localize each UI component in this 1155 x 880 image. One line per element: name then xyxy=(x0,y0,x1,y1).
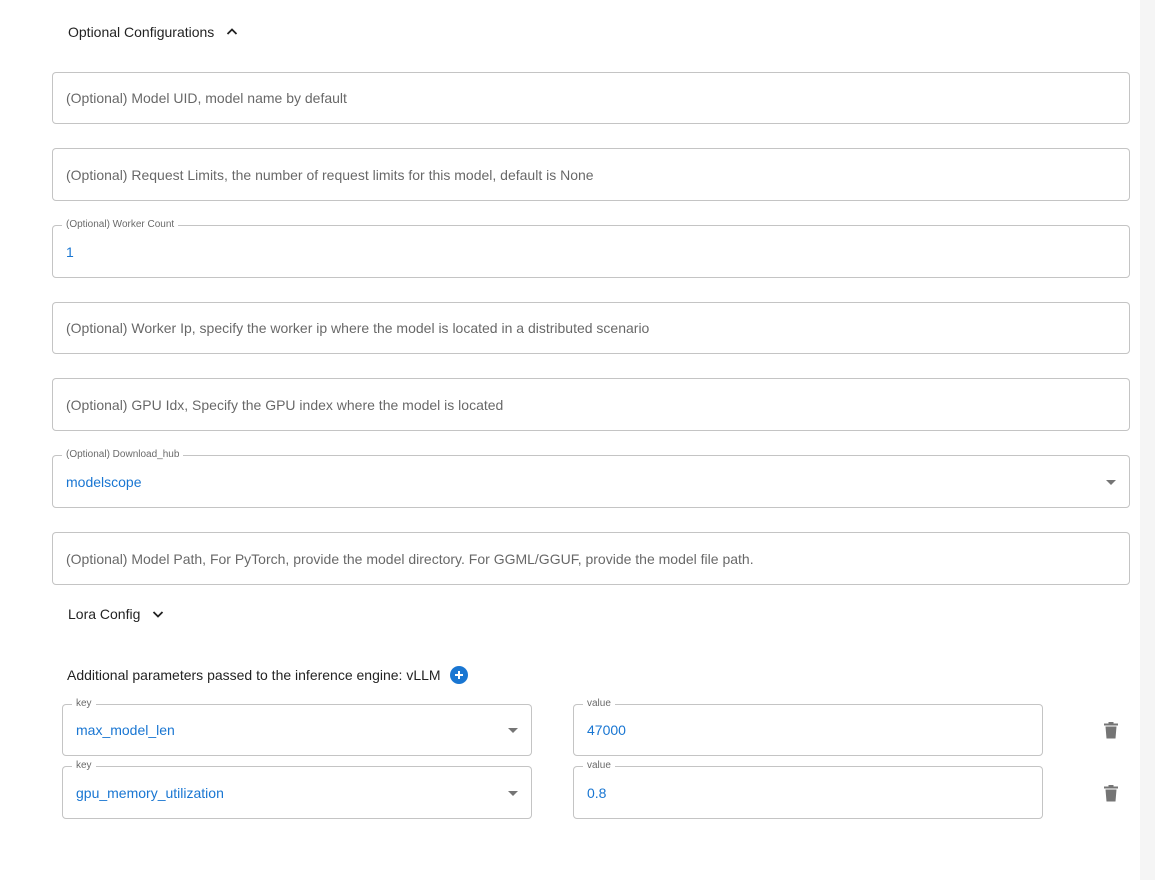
param-value-text: 0.8 xyxy=(587,784,607,801)
gpu-idx-input[interactable]: (Optional) GPU Idx, Specify the GPU inde… xyxy=(52,378,1130,431)
delete-param-button[interactable] xyxy=(1101,783,1121,803)
worker-ip-placeholder: (Optional) Worker Ip, specify the worker… xyxy=(66,320,650,336)
param-key-label: key xyxy=(72,698,96,710)
param-key-select[interactable]: key gpu_memory_utilization xyxy=(62,760,532,819)
optional-configurations-label: Optional Configurations xyxy=(68,24,215,40)
param-value-label: value xyxy=(583,760,615,772)
download-hub-select[interactable]: (Optional) Download_hub modelscope xyxy=(52,449,1130,508)
lora-config-toggle[interactable]: Lora Config xyxy=(68,604,167,624)
scrollbar-track[interactable] xyxy=(1140,0,1155,880)
param-value-text: 47000 xyxy=(587,722,626,738)
model-uid-input[interactable]: (Optional) Model UID, model name by defa… xyxy=(52,72,1130,124)
dropdown-caret-icon xyxy=(1106,479,1116,485)
dropdown-caret-icon xyxy=(508,790,518,796)
download-hub-label: (Optional) Download_hub xyxy=(62,449,184,461)
dropdown-caret-icon xyxy=(508,728,518,733)
param-key-value: max_model_len xyxy=(76,722,175,738)
request-limits-placeholder: (Optional) Request Limits, the number of… xyxy=(66,166,594,183)
worker-count-label: (Optional) Worker Count xyxy=(62,219,179,231)
worker-count-value: 1 xyxy=(66,243,74,260)
param-value-input[interactable]: value 47000 xyxy=(573,698,1043,756)
param-key-label: key xyxy=(72,760,96,772)
request-limits-input[interactable]: (Optional) Request Limits, the number of… xyxy=(52,148,1130,201)
download-hub-value: modelscope xyxy=(66,473,142,490)
optional-configurations-toggle[interactable]: Optional Configurations xyxy=(68,22,241,42)
gpu-idx-placeholder: (Optional) GPU Idx, Specify the GPU inde… xyxy=(66,396,504,413)
plus-circle-icon xyxy=(454,671,463,679)
param-value-label: value xyxy=(583,698,615,710)
trash-icon xyxy=(1104,784,1118,801)
additional-params-label: Additional parameters passed to the infe… xyxy=(67,667,441,683)
worker-count-input[interactable]: (Optional) Worker Count 1 xyxy=(52,219,1130,278)
model-uid-placeholder: (Optional) Model UID, model name by defa… xyxy=(66,90,347,106)
model-path-placeholder: (Optional) Model Path, For PyTorch, prov… xyxy=(66,550,754,567)
lora-config-label: Lora Config xyxy=(68,606,141,622)
delete-param-button[interactable] xyxy=(1101,720,1121,740)
add-param-button[interactable] xyxy=(449,666,468,684)
additional-params-header: Additional parameters passed to the infe… xyxy=(67,664,468,686)
param-key-select[interactable]: key max_model_len xyxy=(62,698,532,756)
param-value-input[interactable]: value 0.8 xyxy=(573,760,1043,819)
trash-icon xyxy=(1104,721,1118,738)
chevron-up-icon xyxy=(223,23,241,41)
model-path-input[interactable]: (Optional) Model Path, For PyTorch, prov… xyxy=(52,532,1130,585)
worker-ip-input[interactable]: (Optional) Worker Ip, specify the worker… xyxy=(52,302,1130,354)
chevron-down-icon xyxy=(149,605,167,623)
param-key-value: gpu_memory_utilization xyxy=(76,784,224,801)
